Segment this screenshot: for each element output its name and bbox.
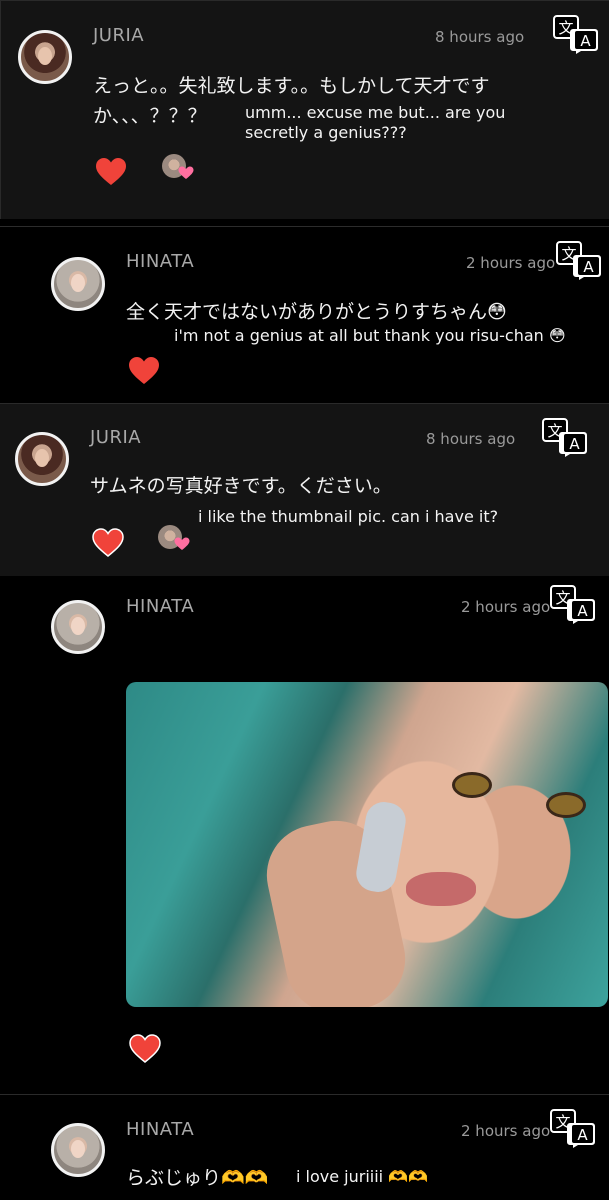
heart-icon[interactable] (92, 528, 124, 558)
author-name[interactable]: HINATA (126, 596, 194, 617)
comment-card: JURIA 8 hours ago 文 A サムネの写真好きです。ください。 i… (0, 403, 609, 577)
reply-card: HINATA 2 hours ago 文 A 全く天才ではないがありがとうりすち… (0, 226, 609, 397)
author-name[interactable]: JURIA (90, 427, 141, 448)
comment-text-jp: らぶじゅり🫶🫶 (126, 1167, 269, 1189)
translate-icon[interactable]: 文 A (550, 584, 596, 624)
timestamp: 2 hours ago (466, 254, 556, 272)
avatar[interactable] (51, 1123, 105, 1177)
comment-translation: i like the thumbnail pic. can i have it? (198, 507, 499, 526)
heart-icon[interactable] (95, 157, 127, 187)
heart-icon (178, 166, 194, 179)
svg-text:A: A (583, 258, 594, 276)
svg-text:A: A (577, 1126, 588, 1144)
comment-text-jp: サムネの写真好きです。ください。 (90, 475, 392, 497)
timestamp: 8 hours ago (435, 28, 525, 46)
comment-text-jp: えっと。。失礼致します。。もしかして天才です (93, 75, 490, 97)
avatar[interactable] (51, 600, 105, 654)
svg-text:A: A (577, 602, 588, 620)
comment-text-jp: 全く天才ではないがありがとうりすちゃん😳 (126, 301, 507, 323)
comment-card: JURIA 8 hours ago 文 A えっと。。失礼致します。。もしかして… (0, 0, 609, 219)
timestamp: 8 hours ago (426, 430, 516, 448)
translate-icon[interactable]: 文 A (550, 1108, 596, 1148)
photo-detail (353, 799, 409, 895)
photo-detail (452, 772, 492, 798)
photo-detail (546, 792, 586, 818)
timestamp: 2 hours ago (461, 598, 551, 616)
comment-translation: i'm not a genius at all but thank you ri… (174, 326, 566, 345)
reply-card: HINATA 2 hours ago 文 A (0, 576, 609, 1094)
translate-icon[interactable]: 文 A (556, 240, 602, 280)
heart-icon[interactable] (128, 356, 160, 386)
timestamp: 2 hours ago (461, 1122, 551, 1140)
author-name[interactable]: HINATA (126, 1119, 194, 1140)
translate-icon[interactable]: 文 A (542, 417, 588, 457)
avatar[interactable] (15, 432, 69, 486)
avatar[interactable] (18, 30, 72, 84)
photo-detail (406, 872, 476, 906)
author-name[interactable]: JURIA (93, 25, 144, 46)
comment-translation: i love juriiii 🫶🫶 (296, 1167, 429, 1186)
heart-icon[interactable] (129, 1034, 161, 1064)
avatar[interactable] (51, 257, 105, 311)
author-name[interactable]: HINATA (126, 251, 194, 272)
attached-photo[interactable] (126, 682, 608, 1007)
comment-translation: umm... excuse me but... are you (245, 103, 506, 122)
svg-text:A: A (580, 32, 591, 50)
svg-text:A: A (569, 435, 580, 453)
comment-translation: secretly a genius??? (245, 123, 407, 142)
comment-text-jp: か、、、？？？ (93, 105, 207, 127)
heart-icon (174, 537, 190, 550)
reply-card: HINATA 2 hours ago 文 A らぶじゅり🫶🫶 i love ju… (0, 1094, 609, 1200)
translate-icon[interactable]: 文 A (553, 14, 599, 54)
